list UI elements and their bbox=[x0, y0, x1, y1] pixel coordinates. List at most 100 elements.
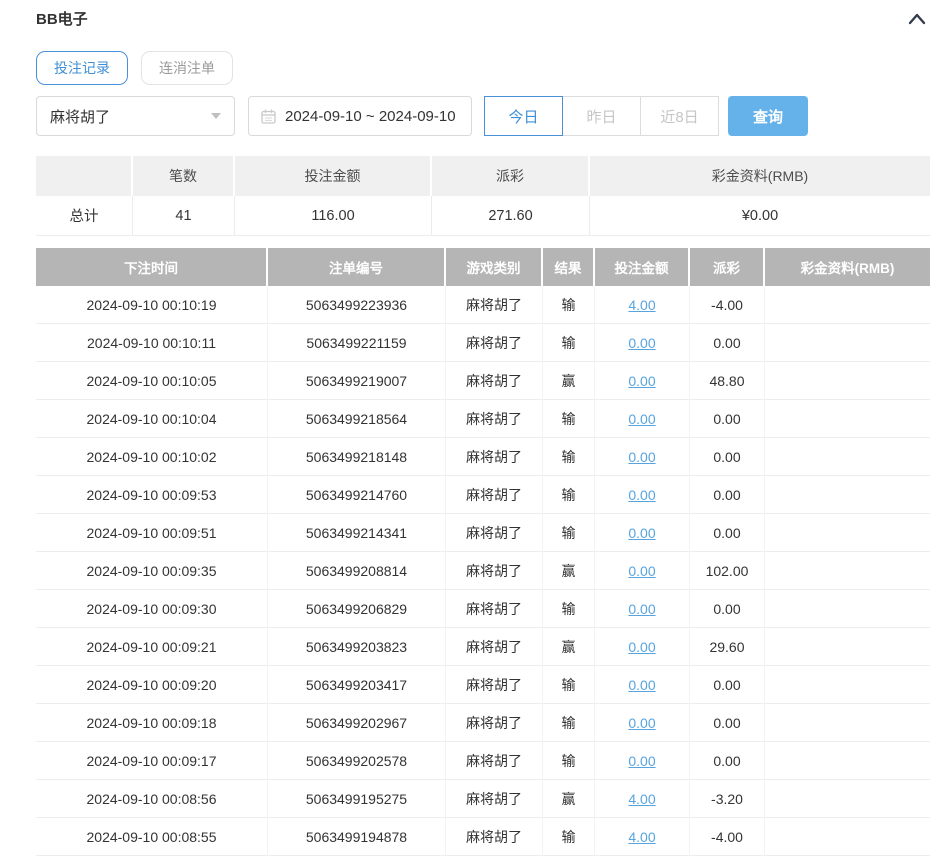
cell-game-type: 麻将胡了 bbox=[446, 628, 543, 666]
bet-amount-link[interactable]: 4.00 bbox=[628, 829, 655, 845]
cell-bonus bbox=[765, 362, 930, 400]
tab-cancelled-orders[interactable]: 连消注单 bbox=[141, 51, 233, 85]
cell-order-no: 5063499219007 bbox=[268, 362, 446, 400]
bet-amount-link[interactable]: 0.00 bbox=[628, 411, 655, 427]
cell-bonus bbox=[765, 286, 930, 324]
cell-bet-amount: 0.00 bbox=[595, 400, 690, 438]
cell-order-no: 5063499202967 bbox=[268, 704, 446, 742]
cell-game-type: 麻将胡了 bbox=[446, 438, 543, 476]
bet-amount-link[interactable]: 0.00 bbox=[628, 753, 655, 769]
cell-payout: 0.00 bbox=[690, 666, 765, 704]
summary-total-row: 总计 41 116.00 271.60 ¥0.00 bbox=[36, 196, 930, 236]
cell-result: 赢 bbox=[543, 552, 595, 590]
cell-payout: 0.00 bbox=[690, 476, 765, 514]
cell-payout: 0.00 bbox=[690, 590, 765, 628]
col-order-no: 注单编号 bbox=[268, 248, 446, 286]
summary-total-label: 总计 bbox=[36, 196, 133, 236]
cell-bet-time: 2024-09-10 00:10:19 bbox=[36, 286, 268, 324]
summary-col-bonus: 彩金资料(RMB) bbox=[590, 156, 930, 196]
cell-order-no: 5063499218564 bbox=[268, 400, 446, 438]
cell-bet-amount: 0.00 bbox=[595, 552, 690, 590]
cell-order-no: 5063499223936 bbox=[268, 286, 446, 324]
cell-result: 输 bbox=[543, 590, 595, 628]
quick-range-yesterday-button[interactable]: 昨日 bbox=[562, 96, 641, 136]
caret-down-icon bbox=[211, 113, 221, 119]
collapse-panel-button[interactable] bbox=[904, 9, 930, 29]
table-row: 2024-09-10 00:10:025063499218148麻将胡了输0.0… bbox=[36, 438, 930, 476]
col-bet-amount: 投注金额 bbox=[595, 248, 690, 286]
quick-range-last8days-button[interactable]: 近8日 bbox=[640, 96, 719, 136]
cell-order-no: 5063499221159 bbox=[268, 324, 446, 362]
bet-records-panel: BB电子 投注记录 连消注单 麻将胡了 bbox=[36, 0, 930, 856]
cell-bonus bbox=[765, 704, 930, 742]
cell-result: 输 bbox=[543, 742, 595, 780]
table-row: 2024-09-10 00:09:515063499214341麻将胡了输0.0… bbox=[36, 514, 930, 552]
bet-amount-link[interactable]: 0.00 bbox=[628, 677, 655, 693]
cell-bet-time: 2024-09-10 00:09:53 bbox=[36, 476, 268, 514]
cell-bet-time: 2024-09-10 00:09:20 bbox=[36, 666, 268, 704]
cell-payout: 0.00 bbox=[690, 742, 765, 780]
cell-order-no: 5063499206829 bbox=[268, 590, 446, 628]
summary-header-row: 笔数 投注金额 派彩 彩金资料(RMB) bbox=[36, 156, 930, 196]
cell-bet-amount: 0.00 bbox=[595, 742, 690, 780]
cell-game-type: 麻将胡了 bbox=[446, 590, 543, 628]
cell-order-no: 5063499203823 bbox=[268, 628, 446, 666]
bet-amount-link[interactable]: 0.00 bbox=[628, 715, 655, 731]
table-row: 2024-09-10 00:09:535063499214760麻将胡了输0.0… bbox=[36, 476, 930, 514]
col-bonus: 彩金资料(RMB) bbox=[765, 248, 930, 286]
cell-game-type: 麻将胡了 bbox=[446, 742, 543, 780]
cell-order-no: 5063499195275 bbox=[268, 780, 446, 818]
cell-result: 输 bbox=[543, 476, 595, 514]
cell-order-no: 5063499208814 bbox=[268, 552, 446, 590]
table-row: 2024-09-10 00:08:565063499195275麻将胡了赢4.0… bbox=[36, 780, 930, 818]
table-row: 2024-09-10 00:09:205063499203417麻将胡了输0.0… bbox=[36, 666, 930, 704]
summary-col-empty bbox=[36, 156, 133, 196]
cell-payout: 0.00 bbox=[690, 514, 765, 552]
bet-amount-link[interactable]: 0.00 bbox=[628, 373, 655, 389]
cell-payout: -4.00 bbox=[690, 286, 765, 324]
table-row: 2024-09-10 00:09:305063499206829麻将胡了输0.0… bbox=[36, 590, 930, 628]
cell-payout: 102.00 bbox=[690, 552, 765, 590]
bet-table: 下注时间 注单编号 游戏类别 结果 投注金额 派彩 彩金资料(RMB) 2024… bbox=[36, 248, 930, 856]
game-select[interactable]: 麻将胡了 bbox=[36, 96, 235, 136]
tab-bet-records[interactable]: 投注记录 bbox=[36, 51, 128, 85]
bet-amount-link[interactable]: 0.00 bbox=[628, 449, 655, 465]
cell-result: 输 bbox=[543, 438, 595, 476]
bet-amount-link[interactable]: 0.00 bbox=[628, 639, 655, 655]
bet-amount-link[interactable]: 4.00 bbox=[628, 791, 655, 807]
cell-result: 输 bbox=[543, 704, 595, 742]
bet-amount-link[interactable]: 0.00 bbox=[628, 487, 655, 503]
bet-amount-link[interactable]: 0.00 bbox=[628, 525, 655, 541]
table-row: 2024-09-10 00:09:355063499208814麻将胡了赢0.0… bbox=[36, 552, 930, 590]
cell-result: 输 bbox=[543, 514, 595, 552]
bet-table-body: 2024-09-10 00:10:195063499223936麻将胡了输4.0… bbox=[36, 286, 930, 856]
cell-bet-time: 2024-09-10 00:09:21 bbox=[36, 628, 268, 666]
panel-header: BB电子 bbox=[36, 0, 930, 29]
cell-payout: -3.20 bbox=[690, 780, 765, 818]
summary-total-bet-amount: 116.00 bbox=[235, 196, 432, 236]
cell-payout: 0.00 bbox=[690, 438, 765, 476]
cell-result: 输 bbox=[543, 818, 595, 856]
cell-bonus bbox=[765, 628, 930, 666]
summary-total-bonus: ¥0.00 bbox=[590, 196, 930, 236]
cell-result: 赢 bbox=[543, 362, 595, 400]
cell-result: 赢 bbox=[543, 628, 595, 666]
col-bet-time: 下注时间 bbox=[36, 248, 268, 286]
table-row: 2024-09-10 00:09:215063499203823麻将胡了赢 0.0… bbox=[36, 628, 930, 666]
search-button[interactable]: 查询 bbox=[728, 96, 808, 136]
bet-amount-link[interactable]: 0.00 bbox=[628, 563, 655, 579]
tab-label: 投注记录 bbox=[54, 58, 110, 78]
bet-amount-link[interactable]: 0.00 bbox=[628, 335, 655, 351]
bet-amount-link[interactable]: 0.00 bbox=[628, 601, 655, 617]
cell-result: 赢 bbox=[543, 780, 595, 818]
cell-bet-time: 2024-09-10 00:09:18 bbox=[36, 704, 268, 742]
cell-order-no: 5063499194878 bbox=[268, 818, 446, 856]
quick-range-today-button[interactable]: 今日 bbox=[484, 96, 563, 136]
cell-bet-time: 2024-09-10 00:08:55 bbox=[36, 818, 268, 856]
bet-amount-link[interactable]: 4.00 bbox=[628, 297, 655, 313]
cell-bonus bbox=[765, 590, 930, 628]
date-range-input[interactable]: 2024-09-10 ~ 2024-09-10 bbox=[248, 96, 472, 136]
cell-payout: 0.00 bbox=[690, 324, 765, 362]
cell-bonus bbox=[765, 742, 930, 780]
cell-game-type: 麻将胡了 bbox=[446, 552, 543, 590]
